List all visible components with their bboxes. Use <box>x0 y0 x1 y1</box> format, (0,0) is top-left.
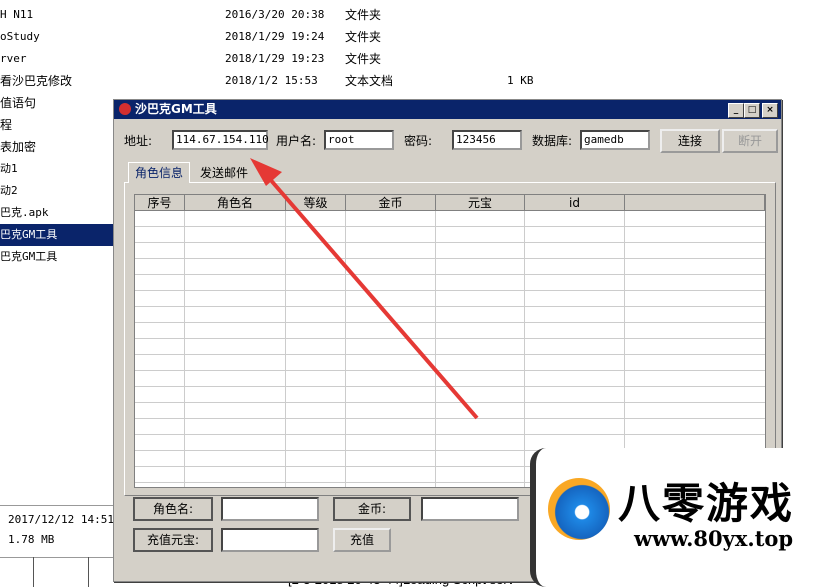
watermark-url: www.80yx.top <box>634 526 794 551</box>
arrow-shaft <box>260 168 479 420</box>
watermark-brand: 八零游戏 <box>618 479 795 528</box>
arrow-head <box>250 158 282 186</box>
watermark-logo-icon <box>548 478 610 540</box>
watermark: 八零游戏 www.80yx.top <box>530 448 831 587</box>
